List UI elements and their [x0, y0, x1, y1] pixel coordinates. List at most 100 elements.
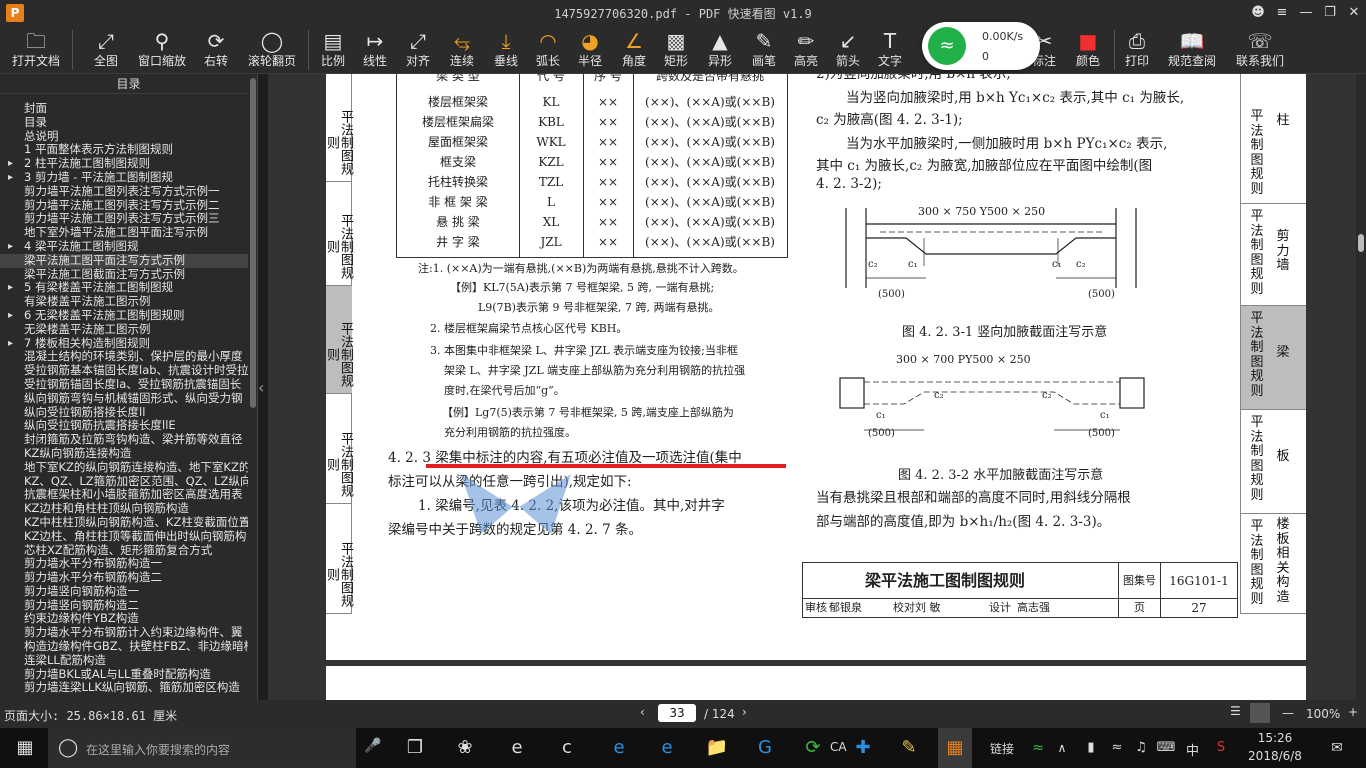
scroll-page-button[interactable]: ◯ 滚轮翻页 [244, 28, 300, 72]
fan-app-icon[interactable]: ❀ [448, 728, 482, 768]
toc-item[interactable]: 剪力墙水平分布钢筋构造一 [0, 557, 248, 571]
toc-item[interactable]: 受拉钢筋锚固长度la、受拉钢筋抗震锚固长 [0, 378, 248, 392]
toc-item[interactable]: 7 楼板相关构造制图规则 [0, 337, 248, 351]
toc-item[interactable]: 5 有梁楼盖平法施工图制图规 [0, 281, 248, 295]
linear-button[interactable]: ↦ 线性 [356, 28, 394, 72]
maximize-button[interactable]: ❐ [1320, 3, 1340, 23]
taskbar-connect[interactable]: 链接 [990, 740, 1014, 757]
toc-item[interactable]: 纵向钢筋弯钩与机械锚固形式、纵向受力钢 [0, 392, 248, 406]
arrow-button[interactable]: ↙ 箭头 [828, 28, 868, 72]
toc-scrollbar[interactable] [248, 74, 257, 700]
toc-item[interactable]: 纵向受拉钢筋搭接长度ll [0, 406, 248, 420]
settings-icon[interactable]: ≡ [1272, 3, 1292, 23]
toc-item[interactable]: 无梁楼盖平法施工图示例 [0, 323, 248, 337]
viewer-scrollbar[interactable] [1356, 74, 1366, 700]
toc-item[interactable]: 约束边缘构件YBZ构造 [0, 612, 248, 626]
task-view-icon[interactable]: ❐ [398, 728, 432, 768]
ime-indicator[interactable]: 中 [1186, 740, 1199, 759]
toc-item[interactable]: 封面 [0, 102, 248, 116]
spec-lookup-button[interactable]: 📖 规范查阅 [1162, 28, 1222, 72]
file-explorer-icon[interactable]: 📁 [700, 728, 734, 768]
toc-item[interactable]: 地下室KZ的纵向钢筋连接构造、地下室KZ的 [0, 461, 248, 475]
toc-item[interactable]: 混凝土结构的环境类别、保护层的最小厚度 [0, 350, 248, 364]
toc-item[interactable]: 4 梁平法施工图制图规 [0, 240, 248, 254]
toc-item[interactable]: 芯柱XZ配筋构造、矩形箍筋复合方式 [0, 544, 248, 558]
sogou-icon[interactable]: S [1210, 728, 1232, 768]
toc-item[interactable]: 梁平法施工图截面注写方式示例 [0, 268, 248, 282]
close-button[interactable]: ✕ [1344, 3, 1364, 23]
clock-time[interactable]: 15:26 [1242, 731, 1308, 745]
continuous-view-icon[interactable] [1250, 703, 1270, 723]
green-app-icon[interactable]: ⟳ [796, 728, 830, 768]
edge-icon[interactable]: e [602, 728, 636, 768]
toc-item[interactable]: 剪力墙连梁LLK纵向钢筋、箍筋加密区构造 [0, 681, 248, 695]
print-button[interactable]: ⎙ 打印 [1118, 28, 1156, 72]
toc-item[interactable]: KZ中柱柱顶纵向钢筋构造、KZ柱变截面位置 [0, 516, 248, 530]
toc-item[interactable]: 剪力墙水平分布钢筋构造二 [0, 571, 248, 585]
toc-item[interactable]: 抗震框架柱和小墙肢箍筋加密区高度选用表 [0, 488, 248, 502]
page-number-input[interactable]: 33 [658, 704, 696, 722]
network-icon[interactable]: ≈ [1106, 728, 1128, 768]
angle-button[interactable]: ∠ 角度 [614, 28, 654, 72]
tray-expand-icon[interactable]: ∧ [1052, 728, 1072, 768]
toc-item[interactable]: 2 柱平法施工图制图规则 [0, 157, 248, 171]
browser-e-icon[interactable]: e [500, 728, 534, 768]
toc-item[interactable]: 剪力墙平法施工图列表注写方式示例一 [0, 185, 248, 199]
pdf-viewer-taskbar-icon[interactable]: ▦ [938, 728, 972, 768]
notes-app-icon[interactable]: ✎ [892, 728, 926, 768]
toc-item[interactable]: 6 无梁楼盖平法施工图制图规则 [0, 309, 248, 323]
toc-item[interactable]: 目录 [0, 116, 248, 130]
toc-item[interactable]: KZ边柱和角柱柱顶纵向钢筋构造 [0, 502, 248, 516]
toc-item[interactable]: 剪力墙竖向钢筋构造二 [0, 599, 248, 613]
minimize-button[interactable]: — [1296, 3, 1316, 23]
full-view-button[interactable]: ⤢ 全图 [86, 28, 126, 72]
window-zoom-button[interactable]: ⚲ 窗口缩放 [134, 28, 190, 72]
perpendicular-button[interactable]: ⤓ 垂线 [486, 28, 526, 72]
toc-item[interactable]: 剪力墙BKL或AL与LL重叠时配筋构造 [0, 668, 248, 682]
single-page-view-icon[interactable]: ☰ [1230, 704, 1241, 718]
toc-item[interactable]: 受拉钢筋基本锚固长度lab、抗震设计时受拉 [0, 364, 248, 378]
arc-length-button[interactable]: ◠ 弧长 [528, 28, 568, 72]
spiral-app-icon[interactable]: ϲ [550, 728, 584, 768]
viewer-scrollbar-thumb[interactable] [1358, 234, 1364, 252]
aligned-button[interactable]: ⤢ 对齐 [398, 28, 438, 72]
puzzle-app-icon[interactable]: ✚ [846, 728, 880, 768]
volume-icon[interactable]: ♫ [1130, 728, 1152, 768]
irregular-button[interactable]: ▲ 异形 [700, 28, 740, 72]
network-speed-widget[interactable]: ≈ 0.00K/s 0 [922, 22, 1040, 70]
wifi-tray-icon[interactable]: ≈ [1026, 728, 1050, 768]
zoom-in-button[interactable]: + [1348, 705, 1358, 719]
keyboard-icon[interactable]: ⌨ [1154, 728, 1178, 768]
toc-item[interactable]: 1 平面整体表示方法制图规则 [0, 143, 248, 157]
contact-button[interactable]: ☏ 联系我们 [1232, 28, 1288, 72]
collapse-sidebar-icon[interactable]: ‹ [258, 378, 264, 397]
clock-date[interactable]: 2018/6/8 [1242, 749, 1308, 763]
color-button[interactable]: ■ 颜色 [1068, 28, 1108, 72]
toc-item[interactable]: 梁平法施工图平面注写方式示例 [0, 253, 248, 268]
rotate-right-button[interactable]: ⟳ 右转 [196, 28, 236, 72]
battery-icon[interactable]: ▮ [1080, 728, 1102, 768]
taskbar-search-box[interactable]: ◯ 在这里输入你要搜索的内容 🎤 [48, 728, 381, 768]
notification-icon[interactable]: ✉ [1322, 728, 1352, 768]
text-button[interactable]: T 文字 [870, 28, 910, 72]
next-page-button[interactable]: › [742, 705, 747, 719]
radius-button[interactable]: ◕ 半径 [570, 28, 610, 72]
open-file-button[interactable]: 🗀 打开文档 [6, 28, 66, 72]
toc-item[interactable]: 封闭箍筋及拉筋弯钩构造、梁并筋等效直径 [0, 433, 248, 447]
highlight-button[interactable]: ✏ 高亮 [786, 28, 826, 72]
toc-scrollbar-thumb[interactable] [250, 78, 256, 408]
toc-item[interactable]: KZ、QZ、LZ箍筋加密区范围、QZ、LZ纵向钢 [0, 475, 248, 489]
taskbar-ca[interactable]: CA [830, 740, 847, 754]
continuous-button[interactable]: ⥃ 连续 [442, 28, 482, 72]
microphone-icon[interactable]: 🎤 [364, 738, 381, 754]
pen-button[interactable]: ✎ 画笔 [744, 28, 784, 72]
g-app-icon[interactable]: G [748, 728, 782, 768]
toc-item[interactable]: 有梁楼盖平法施工图示例 [0, 295, 248, 309]
toc-item[interactable]: 剪力墙平法施工图列表注写方式示例二 [0, 199, 248, 213]
toc-item[interactable]: 3 剪力墙 - 平法施工图制图规 [0, 171, 248, 185]
toc-item[interactable]: 构造边缘构件GBZ、扶壁柱FBZ、非边缘暗柱 [0, 640, 248, 654]
toc-item[interactable]: 剪力墙平法施工图列表注写方式示例三 [0, 212, 248, 226]
toc-item[interactable]: 剪力墙水平分布钢筋计入约束边缘构件、翼 [0, 626, 248, 640]
toc-item[interactable]: 地下室外墙平法施工图平面注写示例 [0, 226, 248, 240]
toc-item[interactable]: KZ纵向钢筋连接构造 [0, 447, 248, 461]
